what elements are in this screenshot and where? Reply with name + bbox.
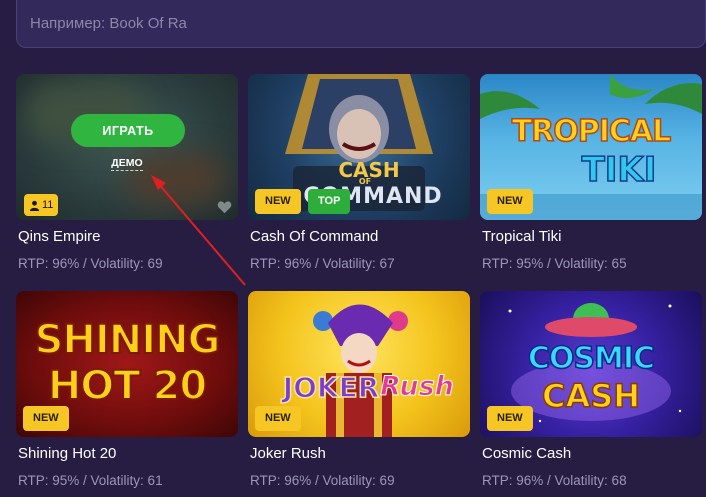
search-input[interactable] — [30, 0, 690, 47]
game-logo-line1: TROPICAL — [511, 113, 672, 150]
game-card-tropical-tiki[interactable]: TROPICAL TIKI NEW Tropical Tiki RTP: 95%… — [480, 74, 702, 271]
game-logo-line2: TIKI — [581, 149, 657, 191]
demo-link-wrapper: ДЕМО — [16, 157, 238, 171]
badge-new: NEW — [487, 189, 533, 214]
game-title[interactable]: Tropical Tiki — [482, 228, 561, 245]
game-card-cash-of-command[interactable]: CASH OF COMMAND NEW TOP Cash Of Command … — [248, 74, 470, 271]
game-card-shining-hot-20[interactable]: SHINING HOT 20 NEW Shining Hot 20 RTP: 9… — [16, 291, 238, 488]
badge-new: NEW — [255, 406, 301, 431]
game-thumbnail[interactable]: COSMIC CASH NEW — [480, 291, 702, 437]
game-card-qins-empire[interactable]: ИГРАТЬ ДЕМО 11 Qins Empire RTP: 96% / Vo… — [16, 74, 238, 271]
game-stats: RTP: 96% / Volatility: 68 — [482, 473, 627, 488]
badge-new: NEW — [23, 406, 69, 431]
game-thumbnail[interactable]: SHINING HOT 20 NEW — [16, 291, 238, 437]
badge-new: NEW — [487, 406, 533, 431]
badge-top: TOP — [308, 189, 351, 214]
game-card-cosmic-cash[interactable]: COSMIC CASH NEW Cosmic Cash RTP: 96% / V… — [480, 291, 702, 488]
game-stats: RTP: 95% / Volatility: 61 — [18, 473, 163, 488]
game-thumbnail[interactable]: CASH OF COMMAND NEW TOP — [248, 74, 470, 220]
play-button[interactable]: ИГРАТЬ — [71, 114, 185, 147]
game-title[interactable]: Cosmic Cash — [482, 445, 571, 462]
game-logo-line1: SHINING — [34, 316, 222, 364]
game-thumbnail[interactable]: ИГРАТЬ ДЕМО 11 — [16, 74, 238, 220]
game-title[interactable]: Cash Of Command — [250, 228, 378, 245]
game-stats: RTP: 95% / Volatility: 65 — [482, 256, 627, 271]
game-stats: RTP: 96% / Volatility: 69 — [250, 473, 395, 488]
game-title[interactable]: Shining Hot 20 — [18, 445, 116, 462]
game-title[interactable]: Joker Rush — [250, 445, 326, 462]
game-logo-line2: Rush — [380, 371, 455, 403]
game-card-joker-rush[interactable]: JOKER Rush NEW Joker Rush RTP: 96% / Vol… — [248, 291, 470, 488]
game-stats: RTP: 96% / Volatility: 69 — [18, 256, 163, 271]
demo-link[interactable]: ДЕМО — [111, 157, 143, 171]
game-title[interactable]: Qins Empire — [18, 228, 101, 245]
search-bar — [16, 0, 706, 48]
game-logo-line2: HOT 20 — [47, 362, 208, 410]
game-thumbnail[interactable]: TROPICAL TIKI NEW — [480, 74, 702, 220]
heart-icon[interactable] — [217, 200, 232, 214]
user-icon — [29, 200, 40, 211]
game-stats: RTP: 96% / Volatility: 67 — [250, 256, 395, 271]
game-thumbnail[interactable]: JOKER Rush NEW — [248, 291, 470, 437]
players-count: 11 — [42, 199, 54, 211]
players-badge: 11 — [24, 194, 59, 216]
game-logo-line1: COSMIC — [527, 340, 656, 377]
badge-new: NEW — [255, 189, 301, 214]
